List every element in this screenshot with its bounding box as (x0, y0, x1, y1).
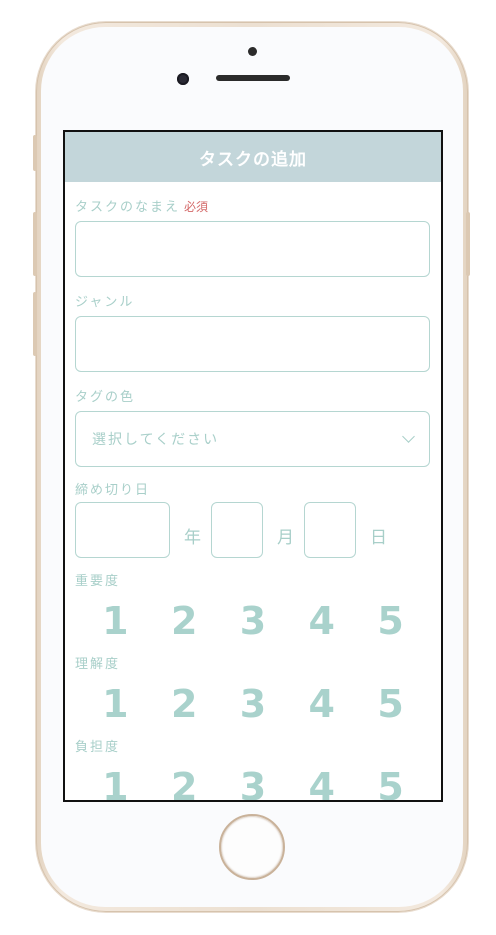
front-camera-icon (177, 73, 189, 85)
burden-option-3[interactable]: 3 (233, 765, 273, 800)
understanding-option-3[interactable]: 3 (233, 682, 273, 726)
day-unit: 日 (370, 528, 387, 548)
earpiece-speaker (216, 75, 290, 81)
importance-option-3[interactable]: 3 (233, 599, 273, 643)
understanding-option-2[interactable]: 2 (164, 682, 204, 726)
burden-label: 負担度 (75, 740, 121, 755)
genre-label: ジャンル (75, 295, 135, 310)
app-screen: タスクの追加 タスクのなまえ 必須 ジャンル タグの色 選択してください 締め切り… (63, 130, 443, 802)
importance-option-1[interactable]: 1 (95, 599, 135, 643)
tag-color-label: タグの色 (75, 390, 136, 405)
understanding-option-4[interactable]: 4 (302, 682, 342, 726)
required-badge: 必須 (184, 200, 209, 214)
task-name-label-text: タスクのなまえ (75, 200, 181, 215)
volume-down-button (33, 292, 37, 356)
importance-option-5[interactable]: 5 (371, 599, 411, 643)
volume-up-button (33, 212, 37, 276)
burden-option-1[interactable]: 1 (95, 765, 135, 800)
sensor (248, 47, 257, 56)
task-name-input[interactable] (75, 221, 430, 277)
page-header: タスクの追加 (65, 132, 441, 182)
understanding-option-5[interactable]: 5 (371, 682, 411, 726)
importance-label: 重要度 (75, 574, 121, 589)
burden-option-4[interactable]: 4 (302, 765, 342, 800)
page-title: タスクの追加 (199, 149, 307, 170)
month-unit: 月 (277, 528, 294, 548)
genre-input[interactable] (75, 316, 430, 372)
importance-option-4[interactable]: 4 (302, 599, 342, 643)
deadline-row: 年 月 日 (75, 502, 431, 558)
year-unit: 年 (184, 528, 201, 548)
understanding-option-1[interactable]: 1 (95, 682, 135, 726)
power-button (466, 212, 470, 276)
home-button[interactable] (219, 814, 285, 880)
burden-option-5[interactable]: 5 (371, 765, 411, 800)
importance-option-2[interactable]: 2 (164, 599, 204, 643)
deadline-label: 締め切り日 (75, 483, 151, 498)
day-input[interactable] (304, 502, 356, 558)
importance-rating: 1 2 3 4 5 (75, 599, 431, 643)
task-form: タスクのなまえ 必須 ジャンル タグの色 選択してください 締め切り日 年 月 日… (65, 196, 441, 800)
mute-switch (33, 135, 37, 171)
chevron-down-icon (402, 430, 415, 443)
tag-color-selected-value: 選択してください (92, 432, 220, 448)
understanding-rating: 1 2 3 4 5 (75, 682, 431, 726)
year-input[interactable] (75, 502, 170, 558)
burden-rating: 1 2 3 4 5 (75, 765, 431, 800)
burden-option-2[interactable]: 2 (164, 765, 204, 800)
understanding-label: 理解度 (75, 657, 121, 672)
task-name-label: タスクのなまえ 必須 (75, 196, 431, 215)
month-input[interactable] (211, 502, 263, 558)
tag-color-select[interactable]: 選択してください (75, 411, 430, 467)
